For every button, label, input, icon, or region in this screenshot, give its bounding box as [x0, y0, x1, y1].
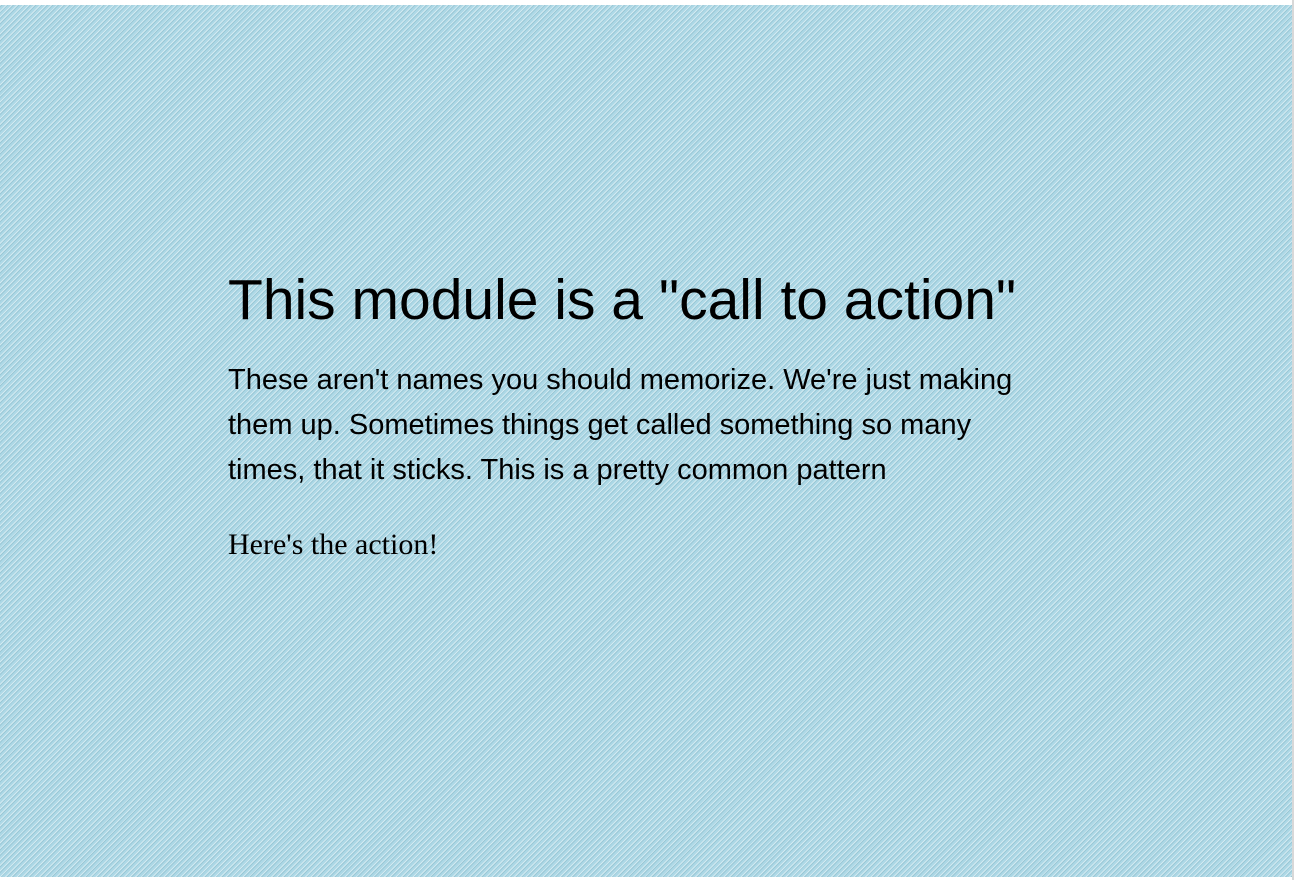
cta-heading: This module is a "call to action": [228, 268, 1017, 332]
call-to-action-module: This module is a "call to action" These …: [0, 5, 1292, 877]
cta-action-link[interactable]: Here's the action!: [228, 527, 438, 563]
cta-content: This module is a "call to action" These …: [228, 263, 1068, 563]
cta-description: These aren't names you should memorize. …: [228, 364, 1013, 486]
